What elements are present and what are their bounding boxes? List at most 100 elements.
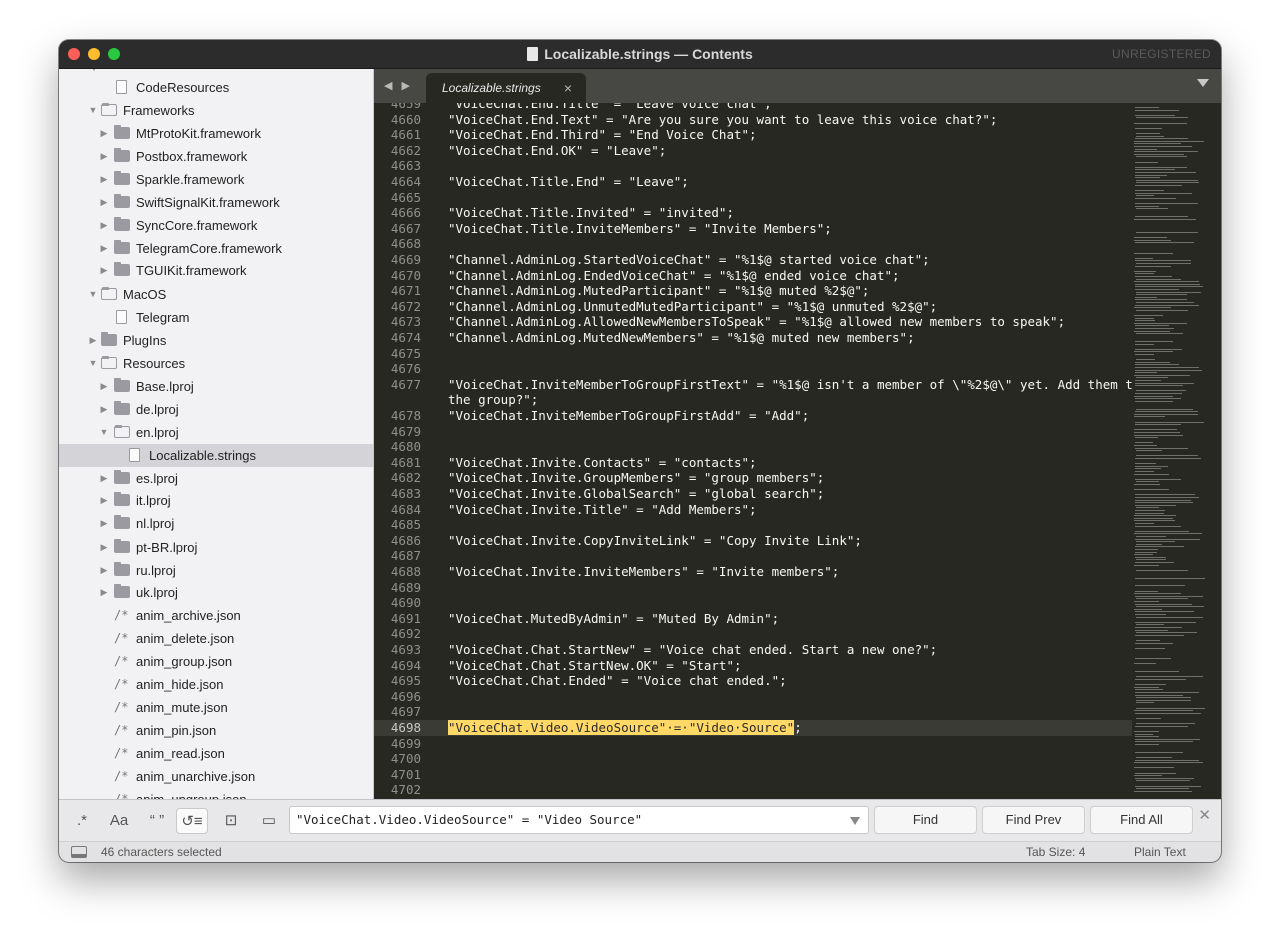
code-line[interactable]: 4675 [374, 346, 1134, 362]
code-line[interactable]: 4665 [374, 190, 1134, 206]
tab-close-icon[interactable]: × [564, 80, 572, 96]
tree-item-en-lproj[interactable]: ▼ en.lproj [59, 421, 373, 444]
tree-item-sparkle[interactable]: ▶ Sparkle.framework [59, 168, 373, 191]
code-line[interactable]: the group?"; [374, 392, 1134, 408]
code-line[interactable]: 4661 "VoiceChat.End.Third" = "End Voice C… [374, 127, 1134, 143]
code-line[interactable]: 4668 [374, 236, 1134, 252]
tab-nav-arrows-icon[interactable]: ◀ ▶ [384, 79, 413, 92]
highlight-matches-toggle-button[interactable]: ▭ [255, 808, 283, 834]
minimap[interactable] [1132, 103, 1219, 799]
tree-item-macos[interactable]: ▼ MacOS [59, 283, 373, 306]
tree-item-telegramcore[interactable]: ▶ TelegramCore.framework [59, 237, 373, 260]
tree-item-pt-br-lproj[interactable]: ▶ pt-BR.lproj [59, 536, 373, 559]
tree-item-mtprotokit[interactable]: ▶ MtProtoKit.framework [59, 122, 373, 145]
disclosure-open-icon[interactable]: ▼ [88, 99, 98, 122]
disclosure-closed-icon[interactable]: ▶ [99, 536, 109, 559]
disclosure-closed-icon[interactable]: ▶ [99, 512, 109, 535]
tab-size-status[interactable]: Tab Size: 4 [1026, 842, 1085, 862]
code-line[interactable]: 4670 "Channel.AdminLog.EndedVoiceChat" = … [374, 268, 1134, 284]
syntax-status[interactable]: Plain Text [1134, 842, 1186, 862]
tree-item-anim-delete[interactable]: /* anim_delete.json [59, 627, 373, 650]
disclosure-closed-icon[interactable]: ▶ [99, 214, 109, 237]
in-selection-toggle-button[interactable]: ⊡ [217, 808, 245, 834]
code-line[interactable]: 4669 "Channel.AdminLog.StartedVoiceChat" … [374, 252, 1134, 268]
disclosure-open-icon[interactable]: ▼ [99, 421, 109, 444]
tree-item-de-lproj[interactable]: ▶ de.lproj [59, 398, 373, 421]
code-line[interactable]: 4685 [374, 517, 1134, 533]
code-line[interactable]: 4681 "VoiceChat.Invite.Contacts" = "conta… [374, 455, 1134, 471]
disclosure-closed-icon[interactable]: ▶ [99, 467, 109, 490]
find-prev-button[interactable]: Find Prev [982, 806, 1085, 834]
tree-item-anim-group[interactable]: /* anim_group.json [59, 650, 373, 673]
find-input[interactable]: "VoiceChat.Video.VideoSource" = "Video S… [289, 806, 869, 834]
tree-item-resources[interactable]: ▼ Resources [59, 352, 373, 375]
tree-item-tguikit[interactable]: ▶ TGUIKit.framework [59, 259, 373, 282]
code-line[interactable]: 4695 "VoiceChat.Chat.Ended" = "Voice chat… [374, 673, 1134, 689]
tree-item-nl-lproj[interactable]: ▶ nl.lproj [59, 512, 373, 535]
code-line[interactable]: 4693 "VoiceChat.Chat.StartNew" = "Voice c… [374, 642, 1134, 658]
tree-item-es-lproj[interactable]: ▶ es.lproj [59, 467, 373, 490]
code-line[interactable]: 4692 [374, 626, 1134, 642]
code-line[interactable]: 4690 [374, 595, 1134, 611]
find-button[interactable]: Find [874, 806, 977, 834]
code-line[interactable]: 4678 "VoiceChat.InviteMemberToGroupFirstA… [374, 408, 1134, 424]
disclosure-closed-icon[interactable]: ▶ [99, 559, 109, 582]
code-line[interactable]: 4663 [374, 158, 1134, 174]
tree-item-synccore[interactable]: ▶ SyncCore.framework [59, 214, 373, 237]
tree-item-anim-mute[interactable]: /* anim_mute.json [59, 696, 373, 719]
tree-item-anim-pin[interactable]: /* anim_pin.json [59, 719, 373, 742]
code-line[interactable]: 4673 "Channel.AdminLog.AllowedNewMembersT… [374, 314, 1134, 330]
disclosure-closed-icon[interactable]: ▶ [99, 168, 109, 191]
code-line[interactable]: 4691 "VoiceChat.MutedByAdmin" = "Muted By… [374, 611, 1134, 627]
tree-item-coderesources[interactable]: CodeResources [59, 76, 373, 99]
code-line[interactable]: 4682 "VoiceChat.Invite.GroupMembers" = "g… [374, 470, 1134, 486]
code-line[interactable]: 4660 "VoiceChat.End.Text" = "Are you sure… [374, 112, 1134, 128]
code-line[interactable]: 4671 "Channel.AdminLog.MutedParticipant" … [374, 283, 1134, 299]
tree-item-plugins[interactable]: ▶ PlugIns [59, 329, 373, 352]
tree-item-swiftsignalkit[interactable]: ▶ SwiftSignalKit.framework [59, 191, 373, 214]
tree-item-frameworks[interactable]: ▼ Frameworks [59, 99, 373, 122]
disclosure-open-icon[interactable]: ▼ [88, 352, 98, 375]
disclosure-closed-icon[interactable]: ▶ [99, 375, 109, 398]
wrap-toggle-button[interactable]: ↺≡ [176, 808, 208, 834]
code-line[interactable]: 4689 [374, 580, 1134, 596]
tree-item-anim-read[interactable]: /* anim_read.json [59, 742, 373, 765]
tree-item-anim-unarchive[interactable]: /* anim_unarchive.json [59, 765, 373, 788]
code-line[interactable]: 4699 [374, 736, 1134, 752]
find-all-button[interactable]: Find All [1090, 806, 1193, 834]
code-line[interactable]: 4702 [374, 782, 1134, 798]
code-line[interactable]: 4688 "VoiceChat.Invite.InviteMembers" = "… [374, 564, 1134, 580]
code-line[interactable]: 4696 [374, 689, 1134, 705]
disclosure-closed-icon[interactable]: ▶ [99, 237, 109, 260]
code-line[interactable]: 4679 [374, 424, 1134, 440]
code-line[interactable]: 4662 "VoiceChat.End.OK" = "Leave"; [374, 143, 1134, 159]
tree-item-postbox[interactable]: ▶ Postbox.framework [59, 145, 373, 168]
tree-item-anim-hide[interactable]: /* anim_hide.json [59, 673, 373, 696]
code-line[interactable]: 4666 "VoiceChat.Title.Invited" = "invited… [374, 205, 1134, 221]
code-line[interactable]: 4686 "VoiceChat.Invite.CopyInviteLink" = … [374, 533, 1134, 549]
disclosure-open-icon[interactable]: ▼ [88, 283, 98, 306]
disclosure-closed-icon[interactable]: ▶ [99, 191, 109, 214]
code-line[interactable]: 4683 "VoiceChat.Invite.GlobalSearch" = "g… [374, 486, 1134, 502]
code-line[interactable]: 4697 [374, 704, 1134, 720]
code-line[interactable]: 4694 "VoiceChat.Chat.StartNew.OK" = "Star… [374, 658, 1134, 674]
code-line[interactable]: 4700 [374, 751, 1134, 767]
disclosure-closed-icon[interactable]: ▶ [99, 398, 109, 421]
whole-word-toggle-button[interactable]: “ ” [143, 808, 171, 834]
disclosure-closed-icon[interactable]: ▶ [99, 145, 109, 168]
tree-item-localizable-strings[interactable]: Localizable.strings [59, 444, 373, 467]
tree-item-telegram[interactable]: Telegram [59, 306, 373, 329]
disclosure-closed-icon[interactable]: ▶ [99, 122, 109, 145]
case-sensitive-toggle-button[interactable]: Aa [105, 808, 133, 834]
code-line[interactable]: 4664 "VoiceChat.Title.End" = "Leave"; [374, 174, 1134, 190]
code-editor[interactable]: 4659 "VoiceChat.End.Title" = "Leave voice… [374, 103, 1219, 799]
code-line[interactable]: 4667 "VoiceChat.Title.InviteMembers" = "I… [374, 221, 1134, 237]
code-line[interactable]: 4698 "VoiceChat.Video.VideoSource"·=·"Vid… [374, 720, 1134, 736]
code-line[interactable]: 4680 [374, 439, 1134, 455]
code-line[interactable]: 4684 "VoiceChat.Invite.Title" = "Add Memb… [374, 502, 1134, 518]
find-history-dropdown-icon[interactable] [850, 817, 860, 825]
close-find-bar-icon[interactable]: ✕ [1198, 806, 1211, 824]
disclosure-closed-icon[interactable]: ▶ [99, 259, 109, 282]
code-line[interactable]: 4701 [374, 767, 1134, 783]
code-line[interactable]: 4677 "VoiceChat.InviteMemberToGroupFirstT… [374, 377, 1140, 393]
